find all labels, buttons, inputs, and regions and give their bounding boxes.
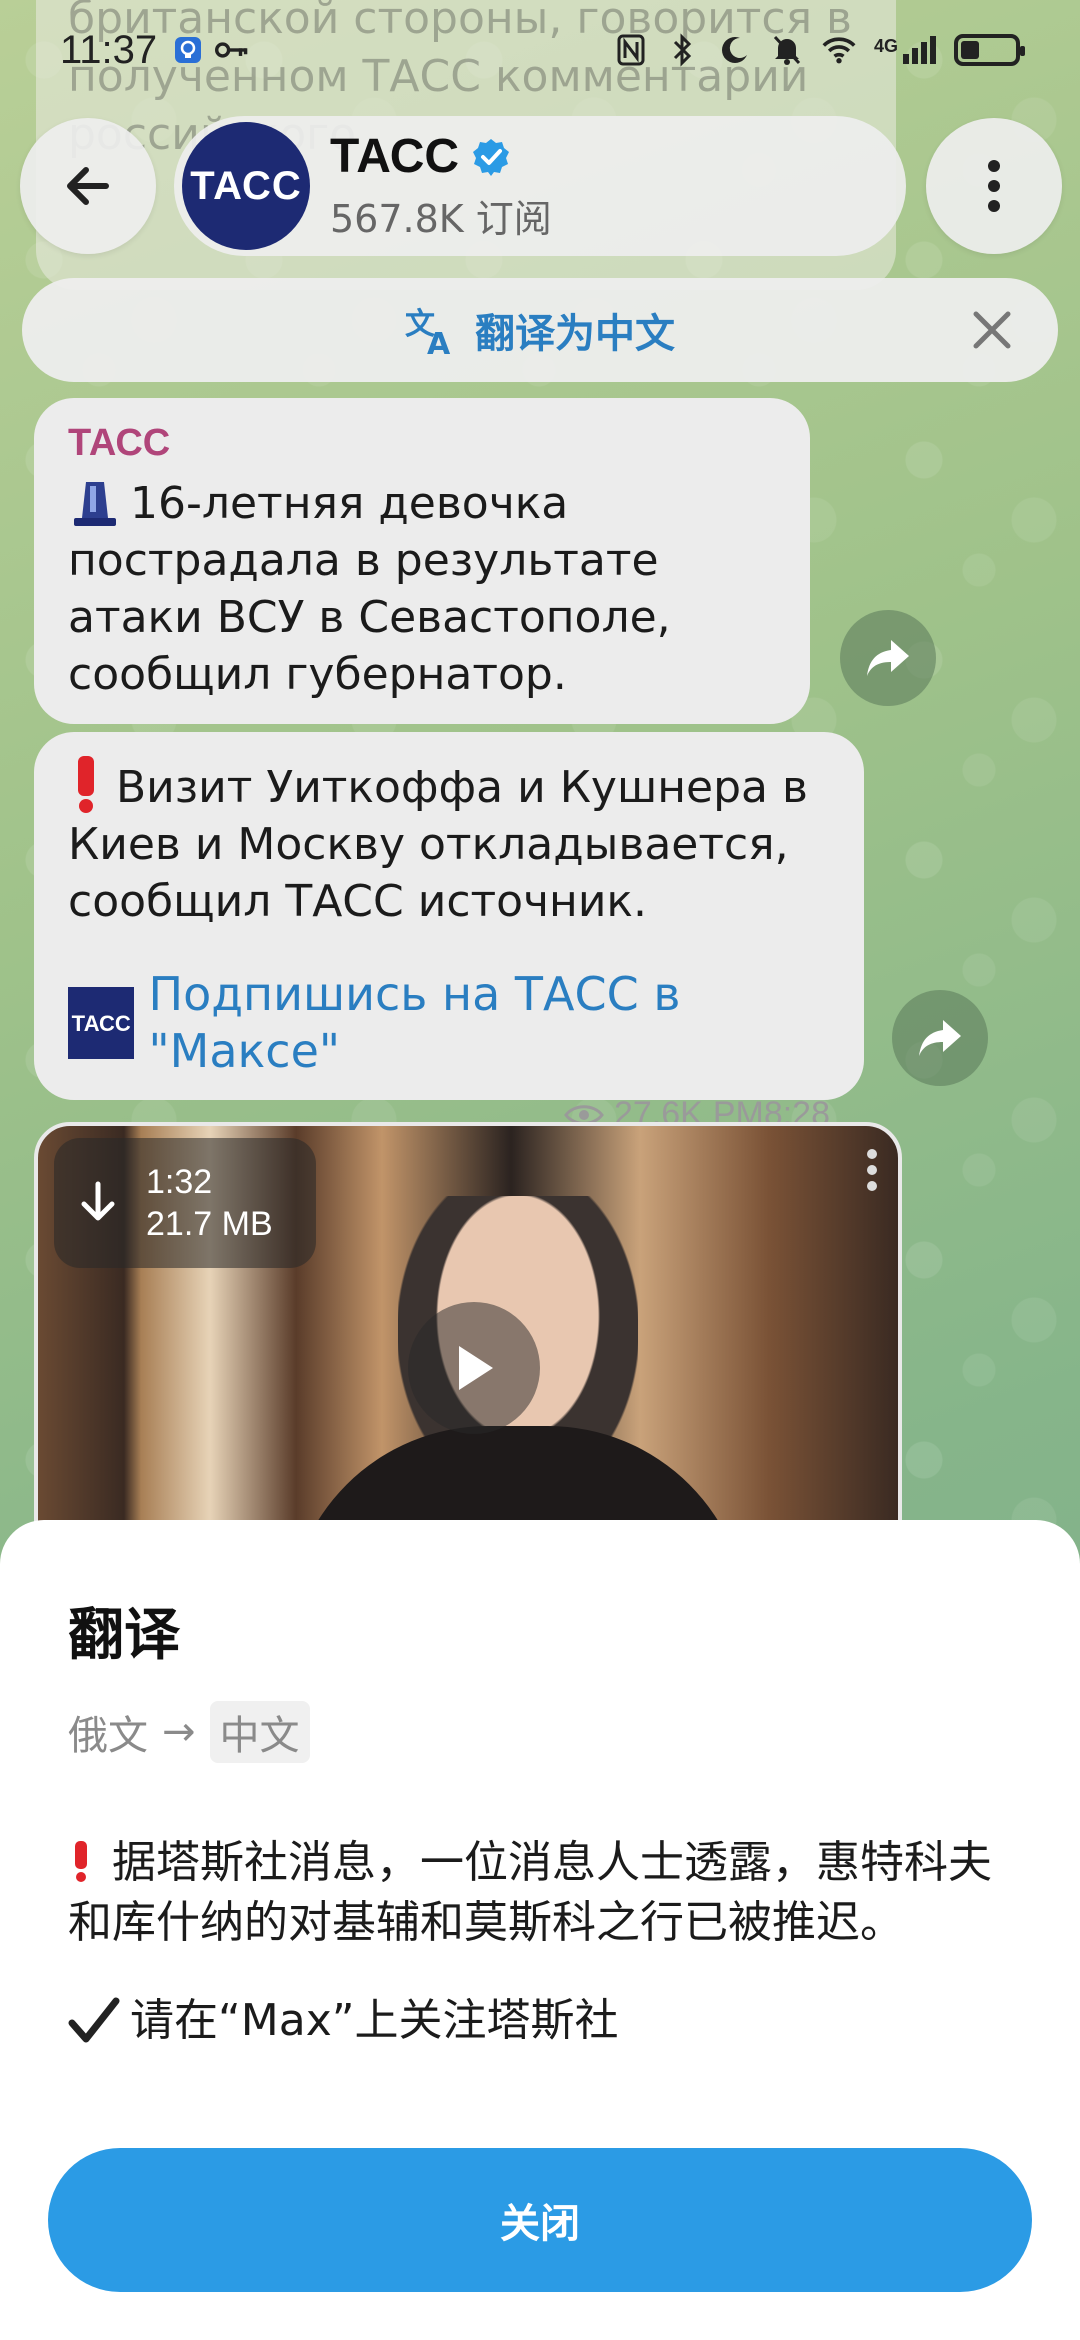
nfc-icon [614, 33, 648, 67]
play-icon [459, 1346, 493, 1390]
back-arrow-icon [67, 167, 109, 205]
sheet-title: 翻译 [68, 1603, 180, 1668]
translate-bar[interactable]: 文 A 翻译为中文 [22, 278, 1058, 382]
translated-paragraph: 请在“Max”上关注塔斯社 [68, 1991, 1012, 2051]
channel-name: ТАСС [330, 130, 460, 183]
translation-sheet: 翻译 俄文 → 中文 据塔斯社消息，一位消息人士透露，惠特科夫和库什纳的对基辅和… [0, 1520, 1080, 2340]
status-bar: 11:37 4G [0, 0, 1080, 100]
channel-header[interactable]: ТАСС ТАСС 567.8K 订阅 [174, 116, 906, 256]
channel-avatar[interactable]: ТАСС [182, 122, 310, 250]
tass-logo-label: ТАСС [71, 1010, 131, 1036]
checkmark-icon [68, 1997, 120, 2043]
back-button[interactable] [20, 118, 156, 254]
exclamation-icon [75, 1841, 87, 1882]
subscribe-link[interactable]: Подпишись на ТАСС в "Максе" [148, 966, 830, 1080]
translate-icon: 文 A [405, 307, 451, 356]
forward-button[interactable] [892, 990, 988, 1086]
video-size: 21.7 MB [146, 1205, 273, 1243]
language-arrow: → [162, 1709, 196, 1755]
signal-icon: 4G [874, 36, 936, 64]
message-text: Визит Уиткоффа и Кушнера в Киев и Москву… [68, 762, 808, 927]
tass-logo-icon: ТАСС [68, 987, 135, 1059]
close-translate-icon[interactable] [966, 304, 1018, 356]
more-vertical-icon [988, 160, 1000, 212]
message-text: 16-летняя девочка пострадала в результат… [68, 478, 671, 700]
subscriber-count: 567.8K 订阅 [330, 197, 552, 241]
download-button[interactable]: 1:32 21.7 MB [54, 1138, 316, 1268]
svg-text:A: A [427, 327, 451, 356]
mute-bell-icon [770, 33, 804, 67]
message-bubble[interactable]: ТАСС 16-летняя девочка пострадала в резу… [34, 398, 810, 724]
download-icon [81, 1181, 115, 1221]
exclamation-icon [78, 756, 94, 813]
verified-badge-icon [473, 138, 510, 176]
video-duration: 1:32 [146, 1163, 213, 1201]
language-row: 俄文 → 中文 [68, 1701, 1012, 1763]
close-button[interactable]: 关闭 [48, 2148, 1032, 2292]
bluetooth-icon [666, 33, 700, 67]
close-button-label: 关闭 [500, 2201, 580, 2247]
avatar-label: ТАСС [190, 163, 302, 208]
forward-button[interactable] [840, 610, 936, 706]
share-arrow-icon [867, 640, 909, 676]
play-button[interactable] [408, 1302, 540, 1434]
translate-label: 翻译为中文 [475, 311, 675, 357]
translated-paragraph: 据塔斯社消息，一位消息人士透露，惠特科夫和库什纳的对基辅和莫斯科之行已被推迟。 [68, 1833, 1012, 1953]
translated-text-2: 请在“Max”上关注塔斯社 [130, 1995, 619, 2046]
moon-icon [718, 33, 752, 67]
target-language[interactable]: 中文 [209, 1701, 310, 1763]
network-type-label: 4G [873, 36, 898, 56]
translated-text-1: 据塔斯社消息，一位消息人士透露，惠特科夫和库什纳的对基辅和莫斯科之行已被推迟。 [68, 1837, 992, 1948]
more-menu-button[interactable] [926, 118, 1062, 254]
share-arrow-icon [919, 1020, 961, 1056]
source-language: 俄文 [68, 1713, 148, 1759]
lightbulb-icon [171, 33, 205, 67]
message-sender: ТАСС [68, 422, 171, 464]
siren-icon [74, 482, 116, 526]
video-more-icon[interactable] [864, 1146, 880, 1202]
key-icon [215, 33, 249, 67]
status-time: 11:37 [60, 27, 158, 72]
battery-icon [954, 34, 1025, 66]
video-message[interactable]: 1:32 21.7 MB [34, 1122, 902, 1542]
wifi-icon [822, 33, 856, 67]
message-bubble[interactable]: Визит Уиткоффа и Кушнера в Киев и Москву… [34, 732, 864, 1133]
